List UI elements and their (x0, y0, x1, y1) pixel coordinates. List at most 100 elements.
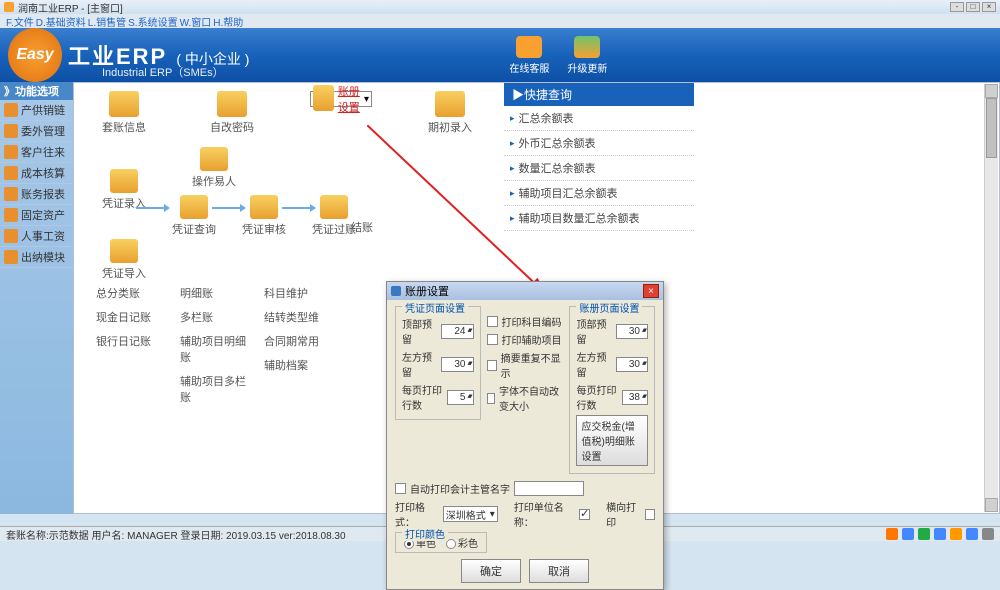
dialog-titlebar[interactable]: 账册设置 × (387, 282, 663, 300)
link-aux-detail[interactable]: 辅助项目明细账 (178, 329, 258, 369)
folder-icon (4, 187, 18, 201)
node-close[interactable]: 结账 (332, 219, 392, 235)
node-voucher-import[interactable]: 凭证导入 (94, 239, 154, 281)
ledger-page-group: 账册页面设置 顶部预留30 左方预留30 每页打印行数38 应交税金(增值税)明… (569, 306, 655, 474)
quick-item[interactable]: 辅助项目汇总余额表 (504, 181, 694, 206)
link-aux-multi[interactable]: 辅助项目多栏账 (178, 369, 258, 409)
menu-file[interactable]: F.文件 (6, 14, 34, 29)
quick-item[interactable]: 辅助项目数量汇总余额表 (504, 206, 694, 231)
group-title: 账册页面设置 (576, 300, 642, 315)
print-format-select[interactable]: 深圳格式 (443, 506, 498, 522)
rows-1-stepper[interactable]: 5 (447, 390, 474, 405)
quick-item[interactable]: 外币汇总余额表 (504, 131, 694, 156)
scroll-down-button[interactable] (985, 498, 998, 512)
sidebar-item-hr[interactable]: 人事工资 (0, 226, 73, 247)
rows-2-stepper[interactable]: 38 (622, 390, 649, 405)
chart-icon (574, 36, 600, 58)
sidebar-header: 》功能选项 (0, 82, 73, 100)
menu-data[interactable]: D.基础资料 (36, 14, 86, 29)
flow-account-info[interactable]: 套账信息 (94, 91, 154, 135)
print-code-checkbox[interactable] (487, 316, 498, 327)
link-aux-archive[interactable]: 辅助档案 (262, 353, 342, 377)
online-service-button[interactable]: 在线客服 (509, 36, 549, 75)
people-icon (516, 36, 542, 58)
link-cash-journal[interactable]: 现金日记账 (94, 305, 174, 329)
sidebar-item-reports[interactable]: 账务报表 (0, 184, 73, 205)
folder-icon (4, 103, 18, 117)
flow-opening-entry[interactable]: 期初录入 (420, 91, 480, 135)
sidebar-item-customer[interactable]: 客户往来 (0, 142, 73, 163)
folder-icon (4, 166, 18, 180)
sidebar-item-cost[interactable]: 成本核算 (0, 163, 73, 184)
dialog-icon (391, 286, 401, 296)
sidebar-item-outsource[interactable]: 委外管理 (0, 121, 73, 142)
tax-detail-button[interactable]: 应交税金(增值税)明细账设置 (576, 415, 648, 466)
search-icon (180, 195, 208, 219)
banner: Easy 工业ERP ( 中小企业 ) Industrial ERP（SMEs）… (0, 28, 1000, 82)
left-margin-1-stepper[interactable]: 30 (441, 357, 473, 372)
top-margin-2-stepper[interactable]: 30 (616, 324, 648, 339)
quick-item[interactable]: 数量汇总余额表 (504, 156, 694, 181)
node-operator[interactable]: 操作易人 (184, 147, 244, 189)
folder-icon (435, 91, 465, 117)
folder-icon (4, 229, 18, 243)
left-margin-2-stepper[interactable]: 30 (616, 357, 648, 372)
main-area: 套账信息 自改密码 账册设置 期初录入 凭证录入 操作易人 凭证查询 凭证审核 … (73, 82, 1000, 514)
import-icon (110, 239, 138, 263)
link-general-ledger[interactable]: 总分类账 (94, 281, 174, 305)
upgrade-button[interactable]: 升级更新 (567, 36, 607, 75)
folder-icon (4, 208, 18, 222)
dialog-close-button[interactable]: × (643, 284, 659, 298)
cancel-button[interactable]: 取消 (529, 559, 589, 583)
menu-help[interactable]: H.帮助 (213, 14, 243, 29)
link-contract[interactable]: 合同期常用 (262, 329, 342, 353)
user-icon (200, 147, 228, 171)
print-unit-checkbox[interactable]: ✓ (579, 509, 590, 520)
banner-subtitle: Industrial ERP（SMEs） (102, 64, 224, 80)
quick-search-panel: ▶快捷查询 汇总余额表 外币汇总余额表 数量汇总余额表 辅助项目汇总余额表 辅助… (504, 83, 694, 231)
close-button[interactable]: × (982, 2, 996, 12)
scroll-up-button[interactable] (985, 84, 998, 98)
font-auto-checkbox[interactable] (487, 393, 495, 404)
group-title: 打印颜色 (402, 526, 448, 541)
check-icon (250, 195, 278, 219)
book-icon (109, 91, 139, 117)
sidebar-item-cashier[interactable]: 出纳模块 (0, 247, 73, 268)
window-title: 润南工业ERP - [主窗口] (18, 0, 123, 15)
maximize-button[interactable]: □ (966, 2, 980, 12)
app-icon (4, 2, 14, 12)
minimize-button[interactable]: - (950, 2, 964, 12)
doc-icon (110, 169, 138, 193)
menu-window[interactable]: W.窗口 (180, 14, 212, 29)
manager-name-input[interactable] (514, 481, 584, 496)
flow-change-pwd[interactable]: 自改密码 (202, 91, 262, 135)
auto-print-name-checkbox[interactable] (395, 483, 406, 494)
flow-ledger-settings[interactable]: 账册设置 (310, 91, 372, 107)
link-detail[interactable]: 明细账 (178, 281, 258, 305)
top-margin-1-stepper[interactable]: 24 (441, 324, 473, 339)
menu-sales[interactable]: L.销售管 (88, 14, 126, 29)
ok-button[interactable]: 确定 (461, 559, 521, 583)
node-voucher-audit[interactable]: 凭证审核 (234, 195, 294, 237)
node-voucher-query[interactable]: 凭证查询 (164, 195, 224, 237)
color-radio[interactable]: 彩色 (446, 535, 478, 550)
post-icon (320, 195, 348, 219)
link-bank-journal[interactable]: 银行日记账 (94, 329, 174, 353)
link-multi[interactable]: 多栏账 (178, 305, 258, 329)
link-carryover[interactable]: 结转类型维 (262, 305, 342, 329)
link-subject[interactable]: 科目维护 (262, 281, 342, 305)
summary-repeat-checkbox[interactable] (487, 360, 497, 371)
folder-icon (4, 250, 18, 264)
report-links: 总分类账 现金日记账 银行日记账 明细账 多栏账 辅助项目明细账 辅助项目多栏账… (94, 281, 342, 409)
print-aux-checkbox[interactable] (487, 334, 498, 345)
node-voucher-entry[interactable]: 凭证录入 (94, 169, 154, 211)
sidebar-item-supply[interactable]: 产供销链 (0, 100, 73, 121)
key-icon (217, 91, 247, 117)
title-bar: 润南工业ERP - [主窗口] - □ × (0, 0, 1000, 14)
menu-system[interactable]: S.系统设置 (128, 14, 177, 29)
quick-item[interactable]: 汇总余额表 (504, 106, 694, 131)
vertical-scrollbar[interactable] (984, 84, 998, 512)
horizontal-print-checkbox[interactable] (645, 509, 655, 520)
sidebar-item-assets[interactable]: 固定资产 (0, 205, 73, 226)
scroll-thumb[interactable] (986, 98, 997, 158)
